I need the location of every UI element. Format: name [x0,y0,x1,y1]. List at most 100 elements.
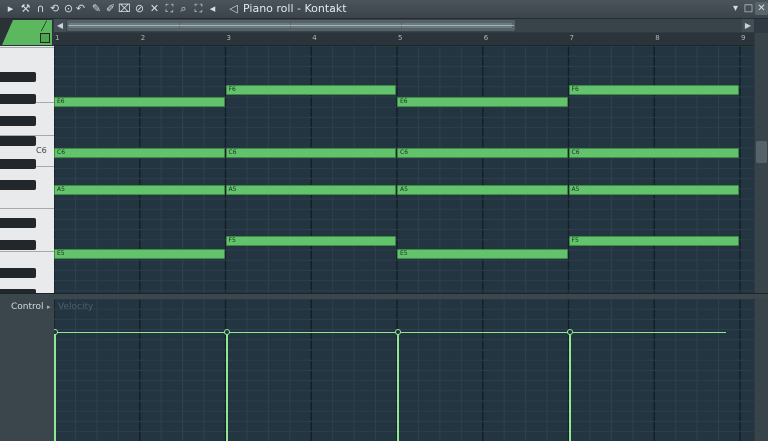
note-label: C6 [57,149,66,156]
velocity-handle[interactable] [395,329,401,335]
note-a5[interactable]: A5 [225,185,396,195]
white-key-divider [0,251,54,252]
scroll-left-icon[interactable]: ◀ [54,19,66,32]
close-button[interactable]: ✕ [755,2,768,15]
note-f6[interactable]: F6 [568,85,739,95]
slash-icon: ╱ [41,22,47,32]
minimize-button[interactable]: ▾ [729,2,742,15]
note-label: C6 [228,149,237,156]
brush-icon[interactable]: ✐ [104,2,117,15]
bar-number[interactable]: 3 [227,33,231,44]
speaker-icon[interactable]: ✕ [148,2,161,15]
menu-arrow-icon[interactable]: ▸ [4,2,17,15]
note-e5[interactable]: E5 [54,249,225,259]
pencil-icon[interactable]: ✎ [90,2,103,15]
note-e5[interactable]: E5 [397,249,568,259]
bar-number[interactable]: 1 [55,33,59,44]
black-key[interactable] [0,116,36,126]
note-label: A5 [571,186,580,193]
note-f5[interactable]: F5 [568,236,739,246]
bar-number[interactable]: 4 [312,33,316,44]
black-key[interactable] [0,240,36,250]
delete-tool-icon[interactable]: ⌧ [118,2,131,15]
scroll-right-icon[interactable]: ▶ [742,19,754,32]
select-tool-icon[interactable]: ⛶ [163,2,176,15]
note-label: E6 [57,98,65,105]
maximize-button[interactable]: □ [742,2,755,15]
event-editor[interactable] [54,299,754,441]
note-grid[interactable]: E6 E6 F6 F6 C6 C6 C6 C6 A5 A5 A5 A5 F5 F5 E5 E5 [54,46,754,293]
vertical-scroll-thumb[interactable] [756,141,767,163]
note-a5[interactable]: A5 [568,185,739,195]
stamp-icon[interactable] [40,33,50,43]
draw-tool-corner[interactable]: ╱ [0,19,53,46]
event-scrollbar[interactable] [755,299,768,441]
velocity-handle[interactable] [566,329,573,335]
note-f5[interactable]: F5 [225,236,396,246]
thumb-preview-line [68,25,514,26]
velocity-label: Velocity [58,302,94,312]
playback-icon[interactable]: ◂ [206,2,219,15]
velocity-stem[interactable] [54,332,56,441]
bar-number[interactable]: 7 [570,33,574,44]
note-label: F6 [571,86,579,93]
note-f6[interactable]: F6 [225,85,396,95]
control-panel-side [0,299,54,441]
note-e6[interactable]: E6 [397,97,568,107]
scroll-thumb[interactable] [67,20,515,31]
black-key[interactable] [0,180,36,190]
event-grid-lines [54,299,754,441]
timeline-ruler[interactable]: 1 2 3 4 5 6 7 8 9 [54,33,754,46]
bar-number[interactable]: 9 [741,33,745,44]
note-label: A5 [57,186,65,193]
control-arrow-icon[interactable]: ▸ [47,301,51,313]
velocity-stem[interactable] [225,332,228,441]
loop-icon[interactable]: ⟲ [48,2,61,15]
note-e6[interactable]: E6 [54,97,225,107]
note-label: E5 [400,250,408,257]
zoom-icon[interactable]: ⌕ [177,2,190,15]
white-key-divider [0,47,54,48]
velocity-stem[interactable] [568,332,571,441]
note-c6[interactable]: C6 [54,148,225,158]
velocity-handle[interactable] [223,329,230,335]
velocity-stem[interactable] [397,332,399,441]
white-key-divider [0,208,54,209]
note-a5[interactable]: A5 [54,185,225,195]
mute-tool-icon[interactable]: ⊘ [133,2,146,15]
control-label[interactable]: Control [11,301,44,313]
note-c6[interactable]: C6 [225,148,396,158]
vertical-scrollbar[interactable] [755,33,768,293]
note-label: E5 [57,250,65,257]
bar-number[interactable]: 5 [398,33,402,44]
note-label: F5 [571,237,579,244]
piano-keyboard[interactable] [0,46,54,293]
note-label: A5 [400,186,408,193]
title-chevron-icon[interactable]: › [330,2,334,16]
bar-number[interactable]: 8 [655,33,659,44]
black-key[interactable] [0,218,36,228]
note-label: A5 [228,186,237,193]
black-key[interactable] [0,72,36,82]
c6-key-label: C6 [36,146,47,155]
zoom-frame-icon[interactable]: ⛶ [192,2,205,15]
speaker-nav-icon[interactable]: ◁ [227,2,240,15]
note-c6[interactable]: C6 [397,148,568,158]
wrench-icon[interactable]: ⚒ [19,2,32,15]
note-a5[interactable]: A5 [397,185,568,195]
note-label: C6 [571,149,580,156]
black-key[interactable] [0,268,36,278]
note-label: F5 [228,237,236,244]
magnet-icon[interactable]: ∩ [34,2,47,15]
bar-number[interactable]: 2 [141,33,145,44]
velocity-level-line [54,332,726,333]
note-label: C6 [400,149,409,156]
black-key[interactable] [0,94,36,104]
black-key[interactable] [0,136,36,146]
bar-number[interactable]: 6 [484,33,488,44]
undo-icon[interactable]: ↶ [74,2,87,15]
note-label: E6 [400,98,408,105]
note-label: F6 [228,86,236,93]
black-key[interactable] [0,159,36,169]
note-c6[interactable]: C6 [568,148,739,158]
